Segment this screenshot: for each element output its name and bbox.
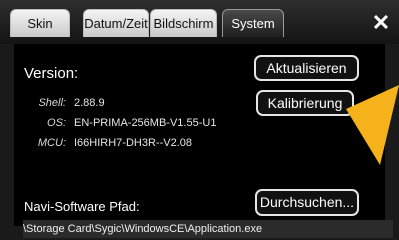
tab-bar: Skin Datum/Zeit Bildschirm System ✕ bbox=[0, 0, 399, 44]
close-icon[interactable]: ✕ bbox=[370, 12, 392, 34]
navi-path-label: Navi-Software Pfad: bbox=[24, 199, 140, 214]
os-key: OS: bbox=[47, 117, 66, 129]
tab-system[interactable]: System bbox=[222, 9, 284, 37]
version-label: Version: bbox=[24, 65, 79, 82]
shell-key: Shell: bbox=[38, 97, 66, 109]
mcu-key: MCU: bbox=[37, 137, 66, 149]
tab-skin[interactable]: Skin bbox=[10, 9, 70, 37]
os-value: EN-PRIMA-256MB-V1.55-U1 bbox=[74, 117, 217, 129]
navi-path-value: \Storage Card\Sygic\WindowsCE\Applicatio… bbox=[23, 220, 393, 238]
calibrate-button[interactable]: Kalibrierung bbox=[256, 90, 354, 116]
browse-button[interactable]: Durchsuchen... bbox=[255, 189, 359, 216]
pointer-arrow-icon bbox=[346, 85, 399, 165]
update-button[interactable]: Aktualisieren bbox=[254, 55, 359, 81]
shell-value: 2.88.9 bbox=[74, 97, 105, 109]
mcu-value: I66HIRH7-DH3R--V2.08 bbox=[74, 137, 192, 149]
tab-datum-zeit[interactable]: Datum/Zeit bbox=[83, 9, 149, 37]
tab-bildschirm[interactable]: Bildschirm bbox=[150, 9, 217, 37]
